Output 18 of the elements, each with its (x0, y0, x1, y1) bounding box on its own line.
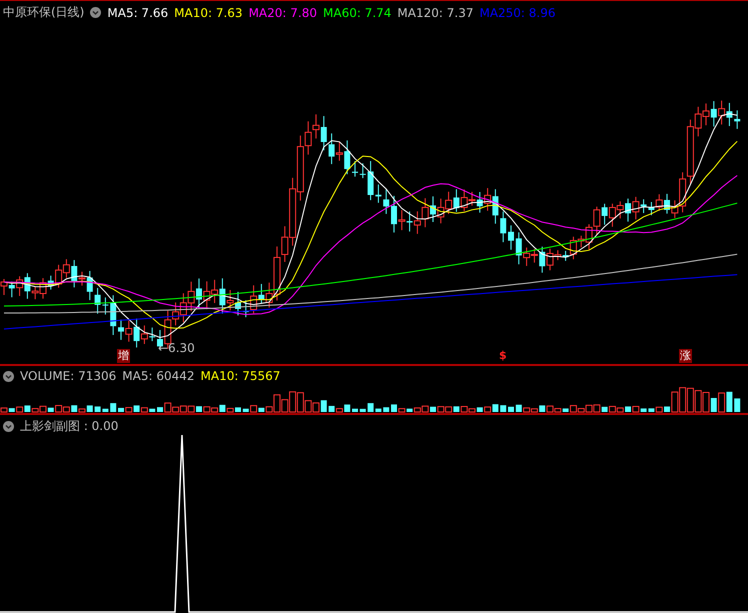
ma-value: MA5: 7.66 (107, 6, 168, 20)
indicator-value: 上影剑副图 : 0.00 (20, 418, 118, 435)
signal-marker: 增 (117, 349, 130, 363)
stock-title: 中原环保(日线) (3, 4, 84, 21)
low-price-label: ←6.30 (158, 341, 195, 355)
ma-value: MA10: 7.63 (174, 6, 243, 20)
dropdown-icon[interactable] (3, 421, 14, 432)
volume-value: MA5: 60442 (122, 369, 195, 383)
ma-value: MA250: 8.96 (479, 6, 556, 20)
ma-value: MA60: 7.74 (323, 6, 392, 20)
signal-marker: 涨 (679, 349, 692, 363)
volume-value: MA10: 75567 (200, 369, 280, 383)
volume-value: VOLUME: 71306 (20, 369, 116, 383)
ma-value: MA120: 7.37 (397, 6, 474, 20)
signal-marker: $ (498, 349, 508, 363)
ma-value: MA20: 7.80 (248, 6, 317, 20)
dropdown-icon[interactable] (90, 7, 102, 18)
dropdown-icon[interactable] (3, 370, 14, 382)
